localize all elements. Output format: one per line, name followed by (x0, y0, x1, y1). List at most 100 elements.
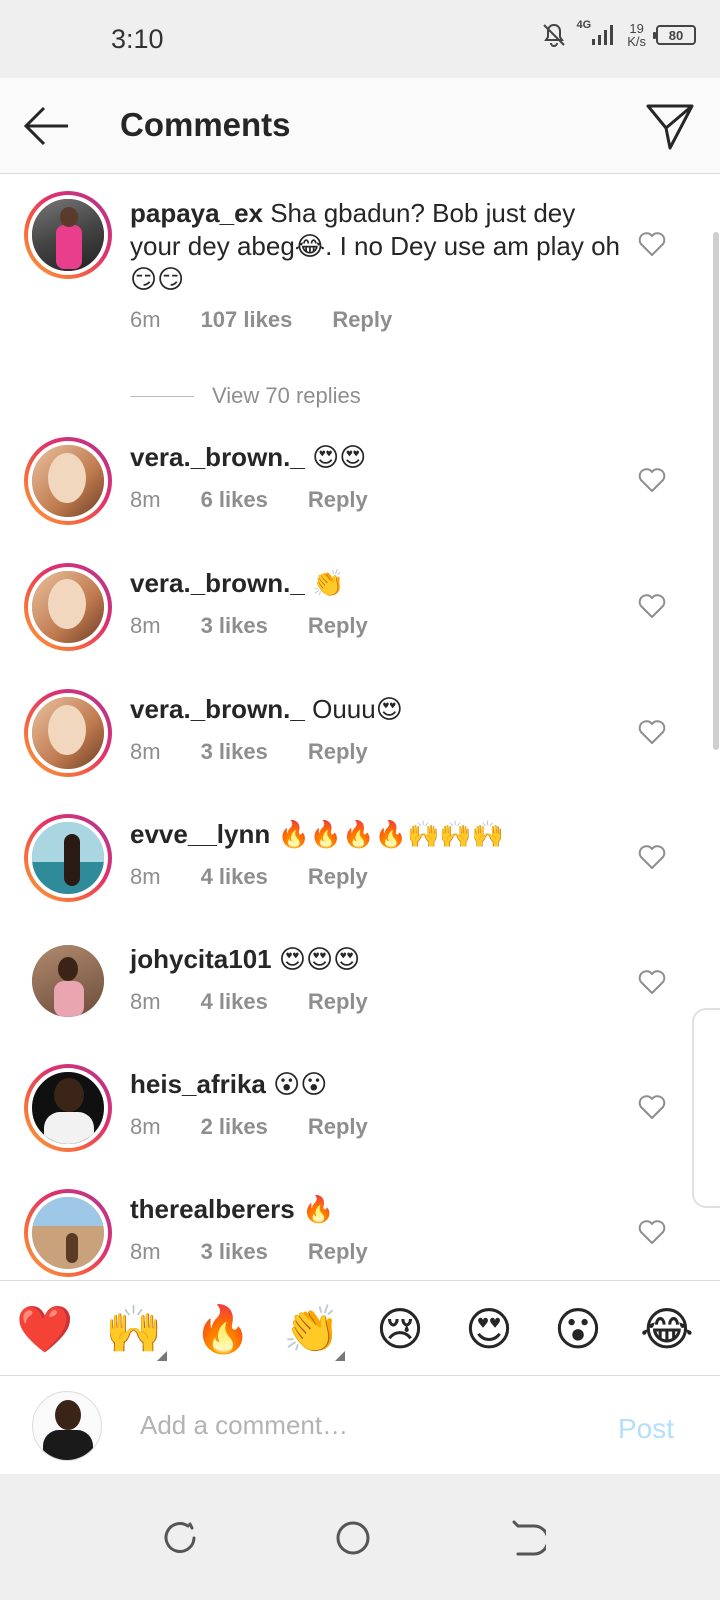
emoji-tears-of-joy[interactable]: 😂 (639, 1301, 695, 1357)
avatar[interactable] (24, 191, 112, 279)
comment-likes[interactable]: 3 likes (201, 739, 268, 765)
comment-composer: Post (0, 1377, 720, 1474)
comment-username[interactable]: papaya_ex (130, 198, 263, 228)
post-button[interactable]: Post (618, 1413, 674, 1445)
net-speed: 19 K/s (627, 21, 646, 49)
avatar[interactable] (24, 814, 112, 902)
comment-text: papaya_ex Sha gbadun? Bob just dey your … (130, 197, 620, 296)
reply-button[interactable]: Reply (308, 613, 368, 639)
reply-button[interactable]: Reply (332, 307, 392, 333)
system-nav-bar (0, 1474, 720, 1600)
comment-body: 😮😮 (273, 1069, 328, 1099)
reply-button[interactable]: Reply (308, 989, 368, 1015)
comment-time: 6m (130, 307, 161, 332)
reply-button[interactable]: Reply (308, 864, 368, 890)
comment-text: vera._brown._ Ouuu😍 (130, 693, 620, 726)
comment-likes[interactable]: 6 likes (201, 487, 268, 513)
comment-username[interactable]: therealberers (130, 1194, 295, 1224)
network-type: 4G (576, 19, 592, 31)
comment-time: 8m (130, 1114, 161, 1139)
page-title: Comments (120, 106, 291, 143)
comment-likes[interactable]: 3 likes (201, 613, 268, 639)
recents-icon[interactable] (160, 1518, 200, 1558)
comment-likes[interactable]: 107 likes (201, 307, 293, 333)
heart-outline-icon[interactable] (638, 1219, 666, 1245)
back-arrow-icon[interactable] (20, 102, 72, 150)
comment-username[interactable]: vera._brown._ (130, 568, 305, 598)
heart-outline-icon[interactable] (638, 719, 666, 745)
comment-text: heis_afrika 😮😮 (130, 1068, 620, 1101)
comment-meta: 8m 4 likes Reply (130, 864, 408, 890)
heart-outline-icon[interactable] (638, 969, 666, 995)
heart-outline-icon[interactable] (638, 844, 666, 870)
emoji-quick-bar: ❤️ 🙌 🔥 👏 😢 😍 😮 😂 (0, 1280, 720, 1376)
skin-tone-indicator (335, 1351, 345, 1361)
comment-username[interactable]: heis_afrika (130, 1069, 266, 1099)
avatar[interactable] (24, 437, 112, 525)
reply-button[interactable]: Reply (308, 1239, 368, 1265)
reply-button[interactable]: Reply (308, 739, 368, 765)
comment-body: 🔥🔥🔥🔥🙌🙌🙌 (277, 819, 505, 849)
comment-likes[interactable]: 3 likes (201, 1239, 268, 1265)
emoji-fire[interactable]: 🔥 (194, 1301, 251, 1357)
comment-body: Ouuu😍 (312, 694, 403, 724)
reply-button[interactable]: Reply (308, 487, 368, 513)
skin-tone-indicator (157, 1351, 167, 1361)
comment-meta: 8m 3 likes Reply (130, 739, 408, 765)
avatar[interactable] (24, 1064, 112, 1152)
comments-header: Comments (0, 78, 720, 174)
comment-likes[interactable]: 4 likes (201, 864, 268, 890)
emoji-open-mouth[interactable]: 😮 (550, 1301, 606, 1357)
comment-meta: 8m 3 likes Reply (130, 1239, 408, 1265)
comment-meta: 8m 3 likes Reply (130, 613, 408, 639)
comment-text: evve__lynn 🔥🔥🔥🔥🙌🙌🙌 (130, 818, 620, 851)
my-avatar (32, 1391, 102, 1461)
emoji-raising-hands[interactable]: 🙌 (105, 1301, 167, 1361)
comment-text: therealberers 🔥 (130, 1193, 620, 1226)
comment-time: 8m (130, 613, 161, 638)
status-time: 3:10 (111, 24, 164, 54)
avatar[interactable] (32, 945, 104, 1017)
comment-likes[interactable]: 4 likes (201, 989, 268, 1015)
avatar[interactable] (24, 1189, 112, 1277)
comment-body: 👏 (312, 568, 345, 598)
replies-divider (130, 395, 194, 397)
bell-muted-icon (542, 23, 565, 48)
comment-username[interactable]: vera._brown._ (130, 442, 305, 472)
comment-meta: 8m 6 likes Reply (130, 487, 408, 513)
heart-outline-icon[interactable] (638, 231, 666, 257)
back-nav-icon[interactable] (506, 1518, 546, 1558)
emoji-clapping-hands[interactable]: 👏 (283, 1301, 345, 1361)
edge-panel-handle[interactable] (692, 1008, 720, 1208)
avatar[interactable] (24, 689, 112, 777)
view-replies-label[interactable]: View 70 replies (212, 383, 361, 409)
comment-username[interactable]: evve__lynn (130, 819, 270, 849)
comment-text: vera._brown._ 😍😍 (130, 441, 620, 474)
direct-send-icon[interactable] (644, 100, 696, 152)
heart-outline-icon[interactable] (638, 467, 666, 493)
status-icons: 4G 19 K/s 80 (541, 19, 696, 49)
home-icon[interactable] (333, 1518, 373, 1558)
comment-meta: 6m 107 likes Reply (130, 307, 432, 333)
comment-username[interactable]: vera._brown._ (130, 694, 305, 724)
reply-button[interactable]: Reply (308, 1114, 368, 1140)
heart-outline-icon[interactable] (638, 1094, 666, 1120)
comment-input[interactable] (140, 1405, 580, 1445)
avatar[interactable] (24, 563, 112, 651)
emoji-heart-eyes[interactable]: 😍 (461, 1301, 517, 1357)
comment-meta: 8m 2 likes Reply (130, 1114, 408, 1140)
heart-outline-icon[interactable] (638, 593, 666, 619)
emoji-red-heart[interactable]: ❤️ (16, 1301, 73, 1357)
emoji-crying-face[interactable]: 😢 (372, 1301, 428, 1357)
view-replies-button[interactable]: View 70 replies (130, 383, 361, 409)
scrollbar[interactable] (713, 232, 719, 750)
comment-username[interactable]: johycita101 (130, 944, 272, 974)
comment-text: vera._brown._ 👏 (130, 567, 620, 600)
signal-icon (592, 25, 614, 45)
battery-indicator: 80 (653, 25, 696, 45)
comment-likes[interactable]: 2 likes (201, 1114, 268, 1140)
status-bar: 3:10 4G 19 K/s 80 (0, 0, 720, 78)
comments-list[interactable]: papaya_ex Sha gbadun? Bob just dey your … (0, 175, 720, 1305)
comment-body: 🔥 (302, 1194, 335, 1224)
comment-time: 8m (130, 739, 161, 764)
